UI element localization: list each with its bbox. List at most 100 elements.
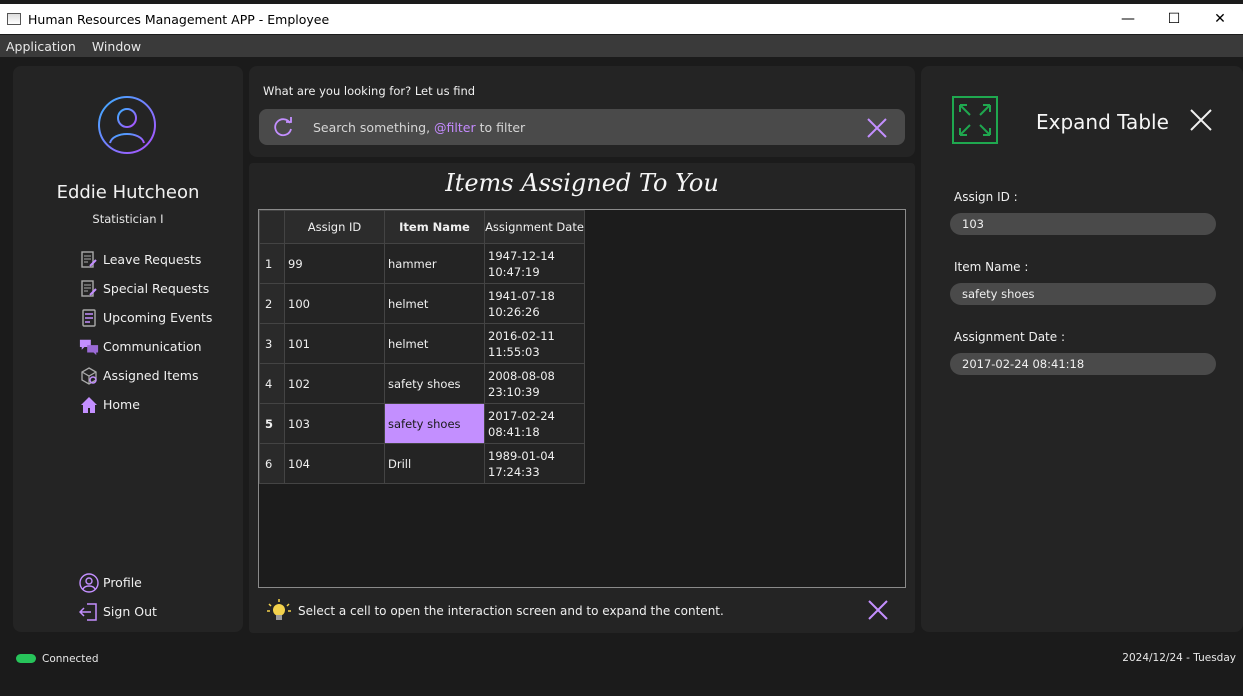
cell-assignment-date[interactable]: 1941-07-18 10:26:26 [484, 283, 585, 324]
cell-assign-id[interactable]: 104 [284, 443, 385, 484]
nav-communication[interactable]: Communication [79, 332, 212, 361]
date-part: 2008-08-08 [488, 368, 555, 383]
cell-assignment-date[interactable]: 2008-08-08 23:10:39 [484, 363, 585, 404]
nav-upcoming-events[interactable]: Upcoming Events [79, 303, 212, 332]
table-row-selected: 5 103 safety shoes 2017-02-24 08:41:18 [259, 403, 585, 444]
tip-text: Select a cell to open the interaction sc… [298, 604, 724, 618]
nav-leave-requests[interactable]: Leave Requests [79, 245, 212, 274]
cell-item-name[interactable]: Drill [384, 443, 485, 484]
status-date: 2024/12/24 - Tuesday [1122, 652, 1236, 664]
cell-item-name[interactable]: safety shoes [384, 363, 485, 404]
sign-out-icon [79, 602, 99, 622]
nav-label: Sign Out [103, 604, 157, 619]
user-role: Statistician I [92, 212, 164, 226]
title-bar: Human Resources Management APP - Employe… [0, 4, 1243, 34]
maximize-button[interactable]: ☐ [1151, 4, 1197, 34]
time-part: 23:10:39 [488, 384, 540, 399]
row-number[interactable]: 4 [259, 363, 285, 404]
assign-id-field[interactable]: 103 [950, 213, 1216, 235]
date-part: 2016-02-11 [488, 328, 555, 343]
cell-assign-id[interactable]: 99 [284, 243, 385, 284]
row-number[interactable]: 3 [259, 323, 285, 364]
search-input[interactable]: Search something, @filter to filter [259, 109, 905, 145]
row-number[interactable]: 2 [259, 283, 285, 324]
nav-profile[interactable]: Profile [79, 568, 157, 597]
connection-status: Connected [42, 653, 99, 665]
date-part: 1947-12-14 [488, 248, 555, 263]
row-number[interactable]: 6 [259, 443, 285, 484]
minimize-button[interactable]: — [1105, 4, 1151, 34]
upcoming-events-icon [79, 308, 99, 328]
assign-id-label: Assign ID : [954, 190, 1018, 204]
table-panel: Items Assigned To You Assign ID Item Nam… [249, 163, 915, 633]
cell-assign-id[interactable]: 103 [284, 403, 385, 444]
lightbulb-icon [267, 599, 291, 620]
nav-home[interactable]: Home [79, 390, 212, 419]
cell-assignment-date[interactable]: 2017-02-24 08:41:18 [484, 403, 585, 444]
cell-assignment-date[interactable]: 2016-02-11 11:55:03 [484, 323, 585, 364]
cell-item-name[interactable]: helmet [384, 323, 485, 364]
table-frame: Assign ID Item Name Assignment Date 1 99… [258, 209, 906, 588]
table-corner[interactable] [259, 210, 285, 244]
search-placeholder-prefix: Search something, [313, 120, 435, 135]
cell-item-name[interactable]: hammer [384, 243, 485, 284]
main-nav: Leave Requests Special Requests Upcoming… [79, 245, 212, 419]
communication-icon [79, 337, 99, 357]
time-part: 17:24:33 [488, 464, 540, 479]
column-header-item-name[interactable]: Item Name [384, 210, 485, 244]
table-row: 3 101 helmet 2016-02-11 11:55:03 [259, 323, 585, 364]
menu-application[interactable]: Application [6, 39, 76, 54]
row-number[interactable]: 5 [259, 403, 285, 444]
cell-assignment-date[interactable]: 1989-01-04 17:24:33 [484, 443, 585, 484]
nav-special-requests[interactable]: Special Requests [79, 274, 212, 303]
nav-label: Special Requests [103, 281, 210, 296]
nav-assigned-items[interactable]: Assigned Items [79, 361, 212, 390]
cell-item-name-selected[interactable]: safety shoes [384, 403, 485, 444]
row-number[interactable]: 1 [259, 243, 285, 284]
assignment-date-field[interactable]: 2017-02-24 08:41:18 [950, 353, 1216, 375]
search-panel: What are you looking for? Let us find Se… [249, 66, 915, 157]
cell-assign-id[interactable]: 101 [284, 323, 385, 364]
table-row: 1 99 hammer 1947-12-14 10:47:19 [259, 243, 585, 284]
window-controls: — ☐ ✕ [1105, 4, 1243, 34]
nav-label: Communication [103, 339, 202, 354]
close-details-icon[interactable] [1189, 108, 1213, 132]
item-name-label: Item Name : [954, 260, 1029, 274]
nav-sign-out[interactable]: Sign Out [79, 597, 157, 626]
time-part: 11:55:03 [488, 344, 540, 359]
expand-button[interactable] [952, 96, 998, 144]
nav-label: Assigned Items [103, 368, 199, 383]
clear-search-icon[interactable] [866, 117, 888, 139]
item-name-field[interactable]: safety shoes [950, 283, 1216, 305]
close-window-button[interactable]: ✕ [1197, 4, 1243, 34]
cell-assignment-date[interactable]: 1947-12-14 10:47:19 [484, 243, 585, 284]
date-part: 2017-02-24 [488, 408, 555, 423]
menu-window[interactable]: Window [92, 39, 141, 54]
assigned-items-icon [79, 366, 99, 386]
profile-icon [79, 572, 99, 593]
connection-status-icon [16, 654, 36, 663]
table-row: 4 102 safety shoes 2008-08-08 23:10:39 [259, 363, 585, 404]
nav-label: Upcoming Events [103, 310, 213, 325]
nav-label: Profile [103, 575, 142, 590]
time-part: 10:26:26 [488, 304, 540, 319]
table-title: Items Assigned To You [445, 169, 719, 197]
search-placeholder-suffix: to filter [475, 120, 526, 135]
close-tip-icon[interactable] [867, 599, 889, 621]
cell-assign-id[interactable]: 100 [284, 283, 385, 324]
search-placeholder: Search something, @filter to filter [313, 120, 525, 135]
app-icon [7, 13, 21, 25]
time-part: 08:41:18 [488, 424, 540, 439]
refresh-icon[interactable] [273, 117, 295, 137]
column-header-assignment-date[interactable]: Assignment Date [484, 210, 585, 244]
home-icon [79, 395, 99, 415]
items-table: Assign ID Item Name Assignment Date 1 99… [259, 210, 585, 484]
column-header-assign-id[interactable]: Assign ID [284, 210, 385, 244]
cell-assign-id[interactable]: 102 [284, 363, 385, 404]
assignment-date-label: Assignment Date : [954, 330, 1066, 344]
cell-item-name[interactable]: helmet [384, 283, 485, 324]
details-panel: Expand Table Assign ID : 103 Item Name :… [921, 66, 1243, 632]
menu-bar: Application Window [0, 35, 1243, 57]
user-avatar-icon [98, 96, 156, 154]
date-part: 1941-07-18 [488, 288, 555, 303]
